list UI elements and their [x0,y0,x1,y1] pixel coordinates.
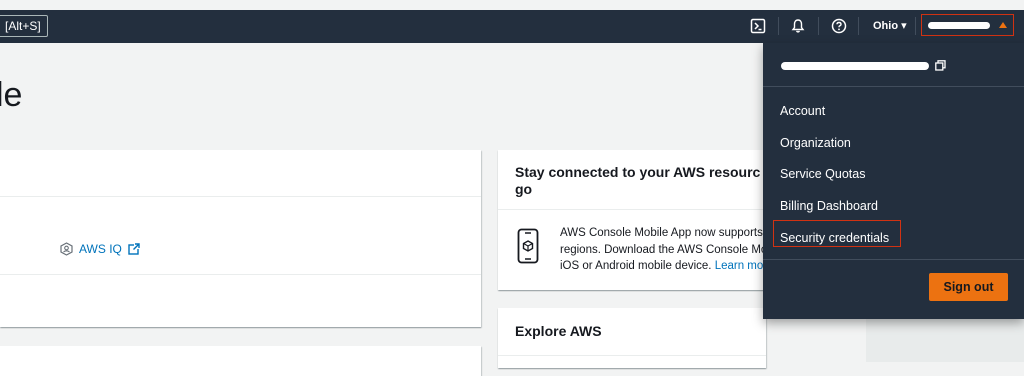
menu-item-account[interactable]: Account [780,104,825,118]
stay-connected-title: Stay connected to your AWS resourc go [515,164,761,197]
divider [498,355,766,356]
separator [818,17,819,35]
account-dropdown-menu: Account Organization Service Quotas Bill… [763,43,1024,319]
panel-header [0,150,481,197]
separator [915,17,916,35]
aws-iq-link[interactable]: AWS IQ [60,242,140,256]
learn-more-link[interactable]: Learn mo [715,260,764,272]
menu-item-organization[interactable]: Organization [780,136,851,150]
explore-aws-panel: Explore AWS [498,308,766,368]
separator [858,17,859,35]
separator [778,17,779,35]
explore-aws-title: Explore AWS [515,323,602,339]
cloudshell-icon[interactable] [748,16,768,36]
menu-item-security-credentials[interactable]: Security credentials [780,231,889,245]
background-strip [866,319,1024,362]
menu-item-service-quotas[interactable]: Service Quotas [780,167,865,181]
divider [0,274,481,275]
redacted-account-name [928,22,990,29]
aws-iq-label: AWS IQ [79,242,122,256]
left-panel-lower [0,346,481,376]
stay-connected-body: AWS Console Mobile App now supports regi… [560,227,768,272]
left-panel: AWS IQ [0,150,481,327]
search-shortcut-hint: [Alt+S] [0,15,48,37]
bell-icon[interactable] [788,16,808,36]
iq-badge-icon [60,242,73,256]
stay-connected-panel: Stay connected to your AWS resourc go AW… [498,150,767,290]
top-navigation-bar: [Alt+S] Ohio ▾ [0,10,1024,43]
copy-icon[interactable] [935,60,946,71]
help-circle-icon[interactable] [829,16,849,36]
page-title: le [0,76,23,114]
divider [763,259,1024,260]
account-id-row [781,60,946,71]
caret-up-icon [999,22,1007,28]
account-menu-button[interactable] [921,14,1014,36]
redacted-account-id [781,61,929,70]
sign-out-button[interactable]: Sign out [929,273,1008,301]
mobile-phone-icon [517,228,539,269]
external-link-icon [128,243,140,255]
divider [763,86,1024,87]
menu-item-billing-dashboard[interactable]: Billing Dashboard [780,199,878,213]
divider [498,209,766,210]
region-selector[interactable]: Ohio ▾ [873,10,907,43]
